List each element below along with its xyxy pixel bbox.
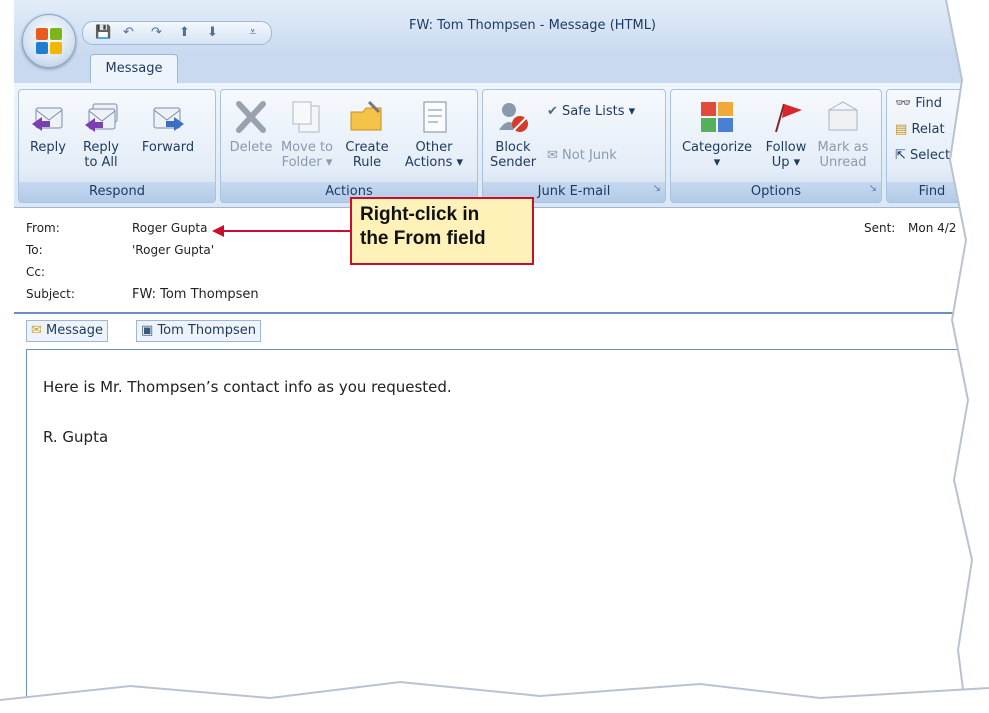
- not-junk-label: Not Junk: [562, 148, 617, 163]
- save-icon[interactable]: 💾: [95, 25, 111, 40]
- safe-lists-icon: ✔: [547, 104, 558, 119]
- body-signature: R. Gupta: [43, 428, 109, 446]
- other-actions-label-1: Other: [415, 140, 453, 155]
- dialog-launcher-icon[interactable]: ↘: [653, 179, 661, 199]
- reply-all-button[interactable]: Reply to All: [75, 100, 127, 170]
- dialog-launcher-icon[interactable]: ↘: [869, 179, 877, 199]
- delete-icon: [236, 101, 266, 133]
- envelope-icon: ✉: [31, 323, 42, 338]
- tab-message[interactable]: Message: [90, 54, 178, 85]
- other-actions-icon: [423, 101, 447, 133]
- mark-label-1: Mark as: [817, 140, 869, 155]
- sent-label: Sent:: [864, 221, 896, 235]
- other-actions-button[interactable]: Other Actions ▾: [401, 100, 467, 170]
- create-rule-label-2: Rule: [352, 155, 382, 170]
- not-junk-button[interactable]: ✉ Not Junk: [547, 148, 617, 163]
- categorize-icon: [701, 102, 733, 132]
- reply-all-icon: [85, 103, 118, 132]
- ribbon: Reply Reply to All Forward Respond Delet…: [14, 83, 989, 208]
- from-label: From:: [26, 221, 60, 235]
- categorize-button[interactable]: Categorize ▾: [677, 100, 757, 170]
- instruction-callout: Right-click in the From field: [350, 197, 534, 265]
- window-title: FW: Tom Thompsen - Message (HTML): [409, 18, 657, 33]
- block-sender-icon: [499, 103, 528, 132]
- office-button[interactable]: [22, 14, 76, 68]
- cursor-icon: ⇱: [895, 148, 906, 163]
- create-rule-label-1: Create: [345, 140, 389, 155]
- create-rule-button[interactable]: Create Rule: [341, 100, 393, 170]
- mark-as-unread-button[interactable]: Mark as Unread: [813, 100, 873, 170]
- group-label-options: Options ↘: [671, 182, 881, 202]
- not-junk-icon: ✉: [547, 148, 558, 163]
- down-arrow-icon[interactable]: ⬇: [207, 25, 218, 40]
- group-label-options-text: Options: [750, 184, 802, 199]
- message-attachment-label: Message: [46, 323, 104, 338]
- follow-up-button[interactable]: Follow Up ▾: [761, 100, 811, 170]
- block-sender-label-1: Block: [495, 140, 531, 155]
- related-icon: ▤: [895, 122, 908, 137]
- group-label-junk-text: Junk E-mail: [537, 184, 611, 199]
- message-attachment[interactable]: ✉ Message: [26, 320, 109, 342]
- forward-button[interactable]: Forward: [135, 100, 201, 155]
- safe-lists-button[interactable]: ✔ Safe Lists ▾: [547, 104, 635, 119]
- callout-line-2: the From field: [360, 228, 486, 249]
- contact-attachment[interactable]: ▣ Tom Thompsen: [136, 320, 261, 342]
- title-bar: 💾 ↶ ↷ ⬆ ⬇ ⩡ FW: Tom Thompsen - Message (…: [14, 0, 989, 54]
- redo-icon[interactable]: ↷: [151, 25, 162, 40]
- safe-lists-label: Safe Lists: [562, 104, 625, 119]
- block-sender-label-2: Sender: [489, 155, 537, 170]
- forward-label: Forward: [141, 140, 195, 155]
- callout-text: Right-click in the From field: [360, 203, 486, 251]
- mark-label-2: Unread: [819, 155, 867, 170]
- up-arrow-icon[interactable]: ⬆: [179, 25, 190, 40]
- binoculars-icon: 👓: [895, 96, 912, 111]
- find-button[interactable]: 👓 Find: [895, 96, 942, 111]
- reply-label: Reply: [29, 140, 66, 155]
- group-label-respond: Respond: [19, 182, 215, 202]
- move-label-1: Move to: [280, 140, 334, 155]
- delete-button[interactable]: Delete: [227, 100, 275, 155]
- follow-up-label-2: Up: [771, 155, 790, 170]
- torn-edge-bottom: [0, 680, 989, 713]
- follow-up-label-1: Follow: [765, 140, 807, 155]
- body-line-1: Here is Mr. Thompsen’s contact info as y…: [43, 378, 452, 396]
- forward-icon: [153, 107, 184, 131]
- callout-arrow: [212, 225, 350, 237]
- contact-attachment-label: Tom Thompsen: [157, 323, 256, 338]
- group-junk-email: Block Sender ✔ Safe Lists ▾ ✉ Not Junk J…: [482, 89, 666, 203]
- customize-icon[interactable]: ⩡: [249, 25, 256, 40]
- mark-unread-icon: [828, 101, 858, 131]
- move-to-folder-button[interactable]: Move to Folder ▾: [277, 100, 337, 170]
- reply-button[interactable]: Reply: [25, 100, 71, 155]
- move-to-folder-icon: [292, 101, 320, 133]
- to-label: To:: [26, 243, 43, 257]
- reply-icon: [32, 107, 63, 131]
- undo-icon[interactable]: ↶: [123, 25, 134, 40]
- contact-card-icon: ▣: [141, 323, 154, 338]
- subject-value: FW: Tom Thompsen: [132, 287, 259, 302]
- cc-label: Cc:: [26, 265, 46, 279]
- delete-label: Delete: [229, 140, 273, 155]
- group-actions: Delete Move to Folder ▾ Create Rule Othe…: [220, 89, 478, 203]
- callout-line-1: Right-click in: [360, 204, 480, 225]
- group-options: Categorize▾ Follow Up ▾ Mark as Unread: [670, 89, 882, 203]
- categorize-label: Categorize: [681, 140, 753, 155]
- office-logo-icon: [36, 28, 62, 54]
- create-rule-icon: [350, 100, 382, 131]
- follow-up-flag-icon: [775, 103, 802, 133]
- other-actions-label-2: Actions: [404, 155, 453, 170]
- to-field[interactable]: 'Roger Gupta': [132, 243, 214, 257]
- reply-all-label-2: to All: [84, 155, 118, 170]
- group-respond: Reply Reply to All Forward Respond: [18, 89, 216, 203]
- block-sender-button[interactable]: Block Sender: [489, 100, 537, 170]
- torn-edge-right: [945, 0, 989, 713]
- from-field[interactable]: Roger Gupta: [132, 221, 207, 235]
- attachment-bar: ✉ Message ▣ Tom Thompsen: [14, 314, 989, 346]
- message-window: 💾 ↶ ↷ ⬆ ⬇ ⩡ FW: Tom Thompsen - Message (…: [14, 0, 989, 713]
- subject-label: Subject:: [26, 287, 75, 301]
- move-label-2: Folder: [281, 155, 322, 170]
- quick-access-toolbar: 💾 ↶ ↷ ⬆ ⬇ ⩡: [82, 21, 272, 45]
- reply-all-label-1: Reply: [82, 140, 119, 155]
- message-body[interactable]: Here is Mr. Thompsen’s contact info as y…: [26, 349, 989, 713]
